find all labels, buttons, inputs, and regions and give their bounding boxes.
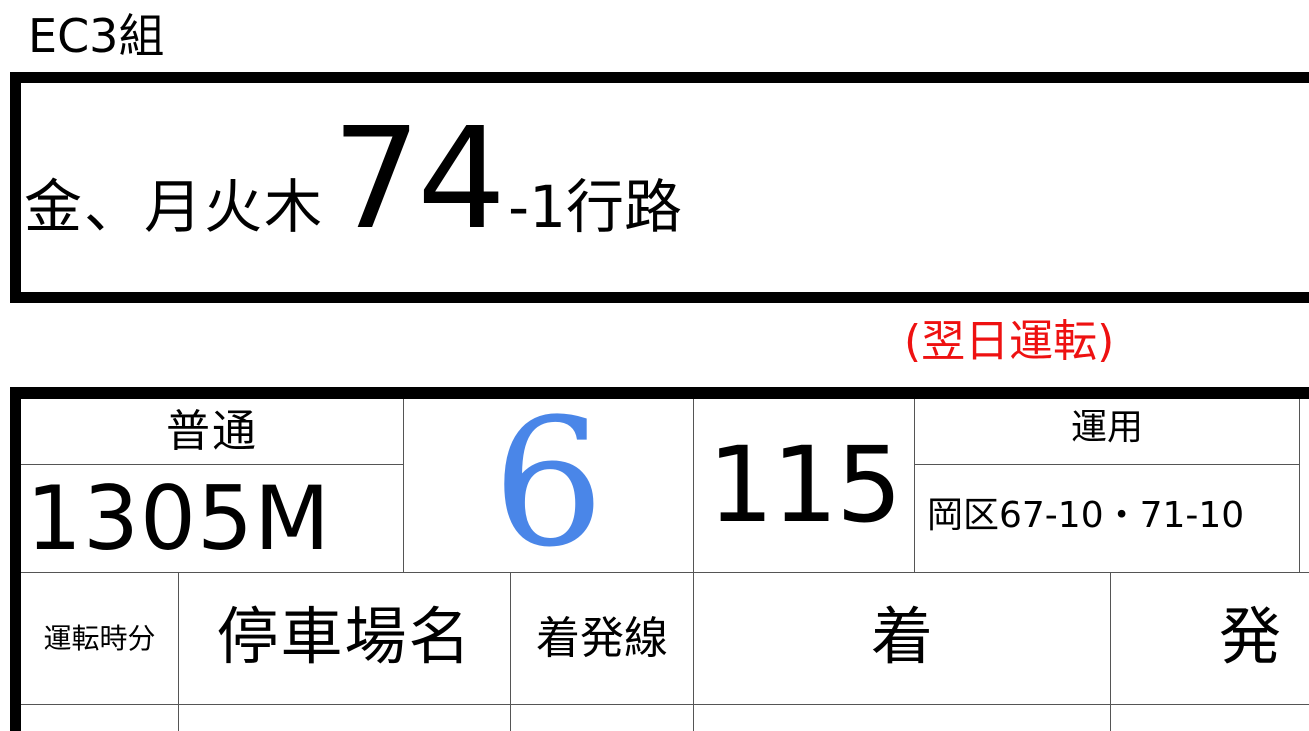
usage-value: 岡区67-10・71-10 (927, 495, 1245, 536)
route-title: 金、月火木 74 -1行路 (24, 110, 682, 260)
usage-label: 運用 (1070, 407, 1143, 448)
train-series: 115 (707, 424, 903, 546)
route-box-bottom-border (10, 292, 1309, 303)
header-station-name: 停車場名 (216, 600, 473, 673)
train-type: 普通 (166, 406, 258, 457)
grid-line (21, 704, 1309, 705)
car-count: 6 (492, 381, 605, 586)
route-number: 74 (332, 98, 506, 261)
route-box-left-border (10, 72, 21, 303)
next-day-note: (翌日運転) (904, 316, 1115, 367)
header-depart: 発 (1219, 600, 1282, 673)
group-label: EC3組 (28, 9, 165, 63)
grid-line (21, 464, 403, 465)
table-top-border (10, 387, 1309, 399)
header-arrival-track: 着発線 (536, 613, 668, 664)
train-number: 1305M (26, 467, 331, 570)
header-run-time: 運転時分 (43, 622, 156, 655)
route-days: 金、月火木 (24, 173, 325, 241)
route-box-top-border (10, 72, 1309, 83)
train-diagram-sheet: EC3組 金、月火木 74 -1行路 (翌日運転) 普通 1305M 6 115… (0, 0, 1309, 731)
grid-line (21, 572, 1309, 573)
table-left-border (10, 387, 21, 731)
route-suffix: -1行路 (508, 173, 683, 241)
grid-line (914, 464, 1299, 465)
header-arrive: 着 (870, 600, 933, 673)
